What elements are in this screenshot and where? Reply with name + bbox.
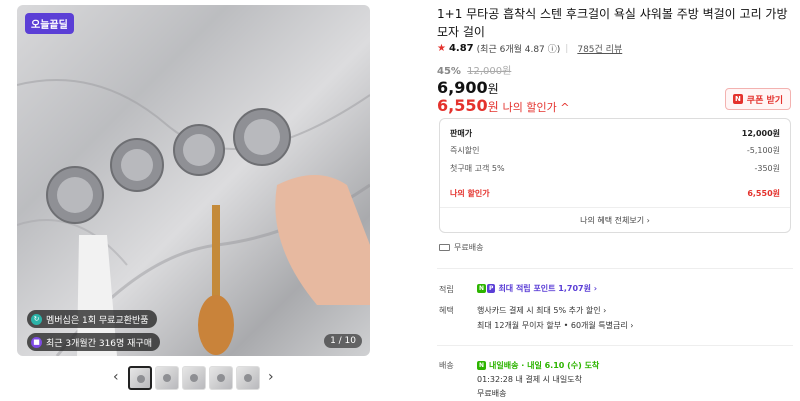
- row-label: 나의 할인가: [450, 189, 490, 198]
- naver-pay-icon: NP: [477, 284, 496, 293]
- coupon-label: 쿠폰 받기: [746, 95, 784, 106]
- delivery-date: 내일배송 · 내일 6.10 (수) 도착: [489, 361, 600, 370]
- thumbnail[interactable]: [128, 366, 152, 390]
- delivery-deadline: 01:32:28 내 결제 시 내일도착: [477, 375, 582, 384]
- breakdown-row: 즉시할인 -5,100원: [450, 145, 780, 156]
- divider: [437, 268, 793, 269]
- points-text: 최대 적립 포인트 1,707원 ›: [498, 284, 598, 293]
- breakdown-row: 첫구매 고객 5% -350원: [450, 163, 780, 174]
- thumbnail[interactable]: [236, 366, 260, 390]
- naver-icon: N: [477, 361, 487, 370]
- breakdown-row: 나의 할인가 6,550원: [450, 188, 780, 199]
- sale-price-value: 6,900: [437, 78, 488, 97]
- benefit-label: 혜택: [439, 306, 454, 315]
- chevron-left-icon[interactable]: ‹: [113, 369, 119, 385]
- price-unit: 원: [487, 100, 499, 114]
- promo-text: 최근 3개월간 316명 재구매: [46, 338, 153, 349]
- bag-icon: ■: [31, 336, 42, 348]
- all-benefits-link[interactable]: 나의 혜택 전체보기 ›: [440, 215, 790, 226]
- row-label: 판매가: [450, 129, 473, 138]
- thumbnail-strip: [128, 366, 260, 390]
- price-breakdown: 판매가 12,000원 즉시할인 -5,100원 첫구매 고객 5% -350원…: [439, 118, 791, 233]
- delivery-label: 배송: [439, 361, 454, 370]
- rating-row: ★ 4.87 (최근 6개월 4.87 ⓘ) | 785건 리뷰: [437, 42, 622, 55]
- delivery-info: N 내일배송 · 내일 6.10 (수) 도착: [477, 360, 599, 371]
- points-value[interactable]: NP 최대 적립 포인트 1,707원 ›: [477, 283, 597, 294]
- coupon-button[interactable]: N 쿠폰 받기: [725, 88, 791, 110]
- naver-icon: N: [732, 94, 743, 104]
- row-value: -5,100원: [746, 146, 780, 155]
- thumbnail[interactable]: [182, 366, 206, 390]
- shipping-summary: 무료배송: [439, 242, 483, 253]
- discount-percent: 45%: [437, 66, 461, 77]
- star-icon: ★: [437, 43, 446, 54]
- row-value: -350원: [754, 164, 780, 173]
- delivery-fee: 무료배송: [477, 389, 507, 398]
- product-title: 1+1 무타공 흡착식 스텐 후크걸이 욕실 샤워볼 주방 벽걸이 고리 가방 …: [437, 7, 788, 39]
- repurchase-promo-pill: ■ 최근 3개월간 316명 재구매: [27, 333, 161, 351]
- my-price[interactable]: 6,550원 나의 할인가 ^: [437, 96, 569, 115]
- chevron-right-icon[interactable]: ›: [268, 369, 274, 385]
- thumbnail[interactable]: [209, 366, 233, 390]
- row-label: 즉시할인: [450, 146, 480, 155]
- divider: [437, 345, 793, 346]
- refresh-icon: ↻: [31, 313, 42, 325]
- promo-text: 멤버십은 1회 무료교환반품: [46, 315, 149, 326]
- row-value: 12,000원: [741, 129, 780, 138]
- row-value: 6,550원: [747, 189, 780, 198]
- rating-note: (최근 6개월 4.87: [476, 45, 545, 55]
- image-counter: 1 / 10: [324, 334, 362, 348]
- product-photo: [17, 5, 370, 356]
- discount-row: 45% 12,000원: [437, 62, 511, 77]
- card-benefit-link[interactable]: 행사카드 결제 시 최대 5% 추가 할인 ›: [477, 305, 606, 316]
- points-label: 적립: [439, 285, 454, 294]
- installment-benefit-link[interactable]: 최대 12개월 무이자 할부 • 60개월 특별금리 ›: [477, 320, 633, 331]
- price-unit: 원: [487, 82, 499, 96]
- membership-promo-pill: ↻ 멤버십은 1회 무료교환반품: [27, 310, 157, 328]
- divider: |: [565, 43, 569, 54]
- my-price-value: 6,550: [437, 96, 488, 115]
- truck-icon: [439, 244, 450, 251]
- shipping-text: 무료배송: [454, 243, 484, 252]
- today-deal-badge: 오늘끝딜: [25, 13, 74, 34]
- info-icon[interactable]: ⓘ): [548, 42, 561, 55]
- original-price: 12,000원: [467, 66, 512, 77]
- breakdown-row: 판매가 12,000원: [450, 128, 780, 139]
- sale-price: 6,900원: [437, 78, 499, 97]
- divider: [440, 207, 790, 208]
- reviews-link[interactable]: 785건 리뷰: [577, 42, 622, 55]
- thumbnail[interactable]: [155, 366, 179, 390]
- row-label: 첫구매 고객 5%: [450, 164, 505, 173]
- my-price-label: 나의 할인가 ^: [502, 101, 570, 114]
- rating-score: 4.87: [448, 43, 474, 54]
- product-image-gallery[interactable]: 오늘끝딜 ↻ 멤버십은 1회 무료교환반품 ■ 최근 3개월간 316명 재구매…: [17, 5, 370, 356]
